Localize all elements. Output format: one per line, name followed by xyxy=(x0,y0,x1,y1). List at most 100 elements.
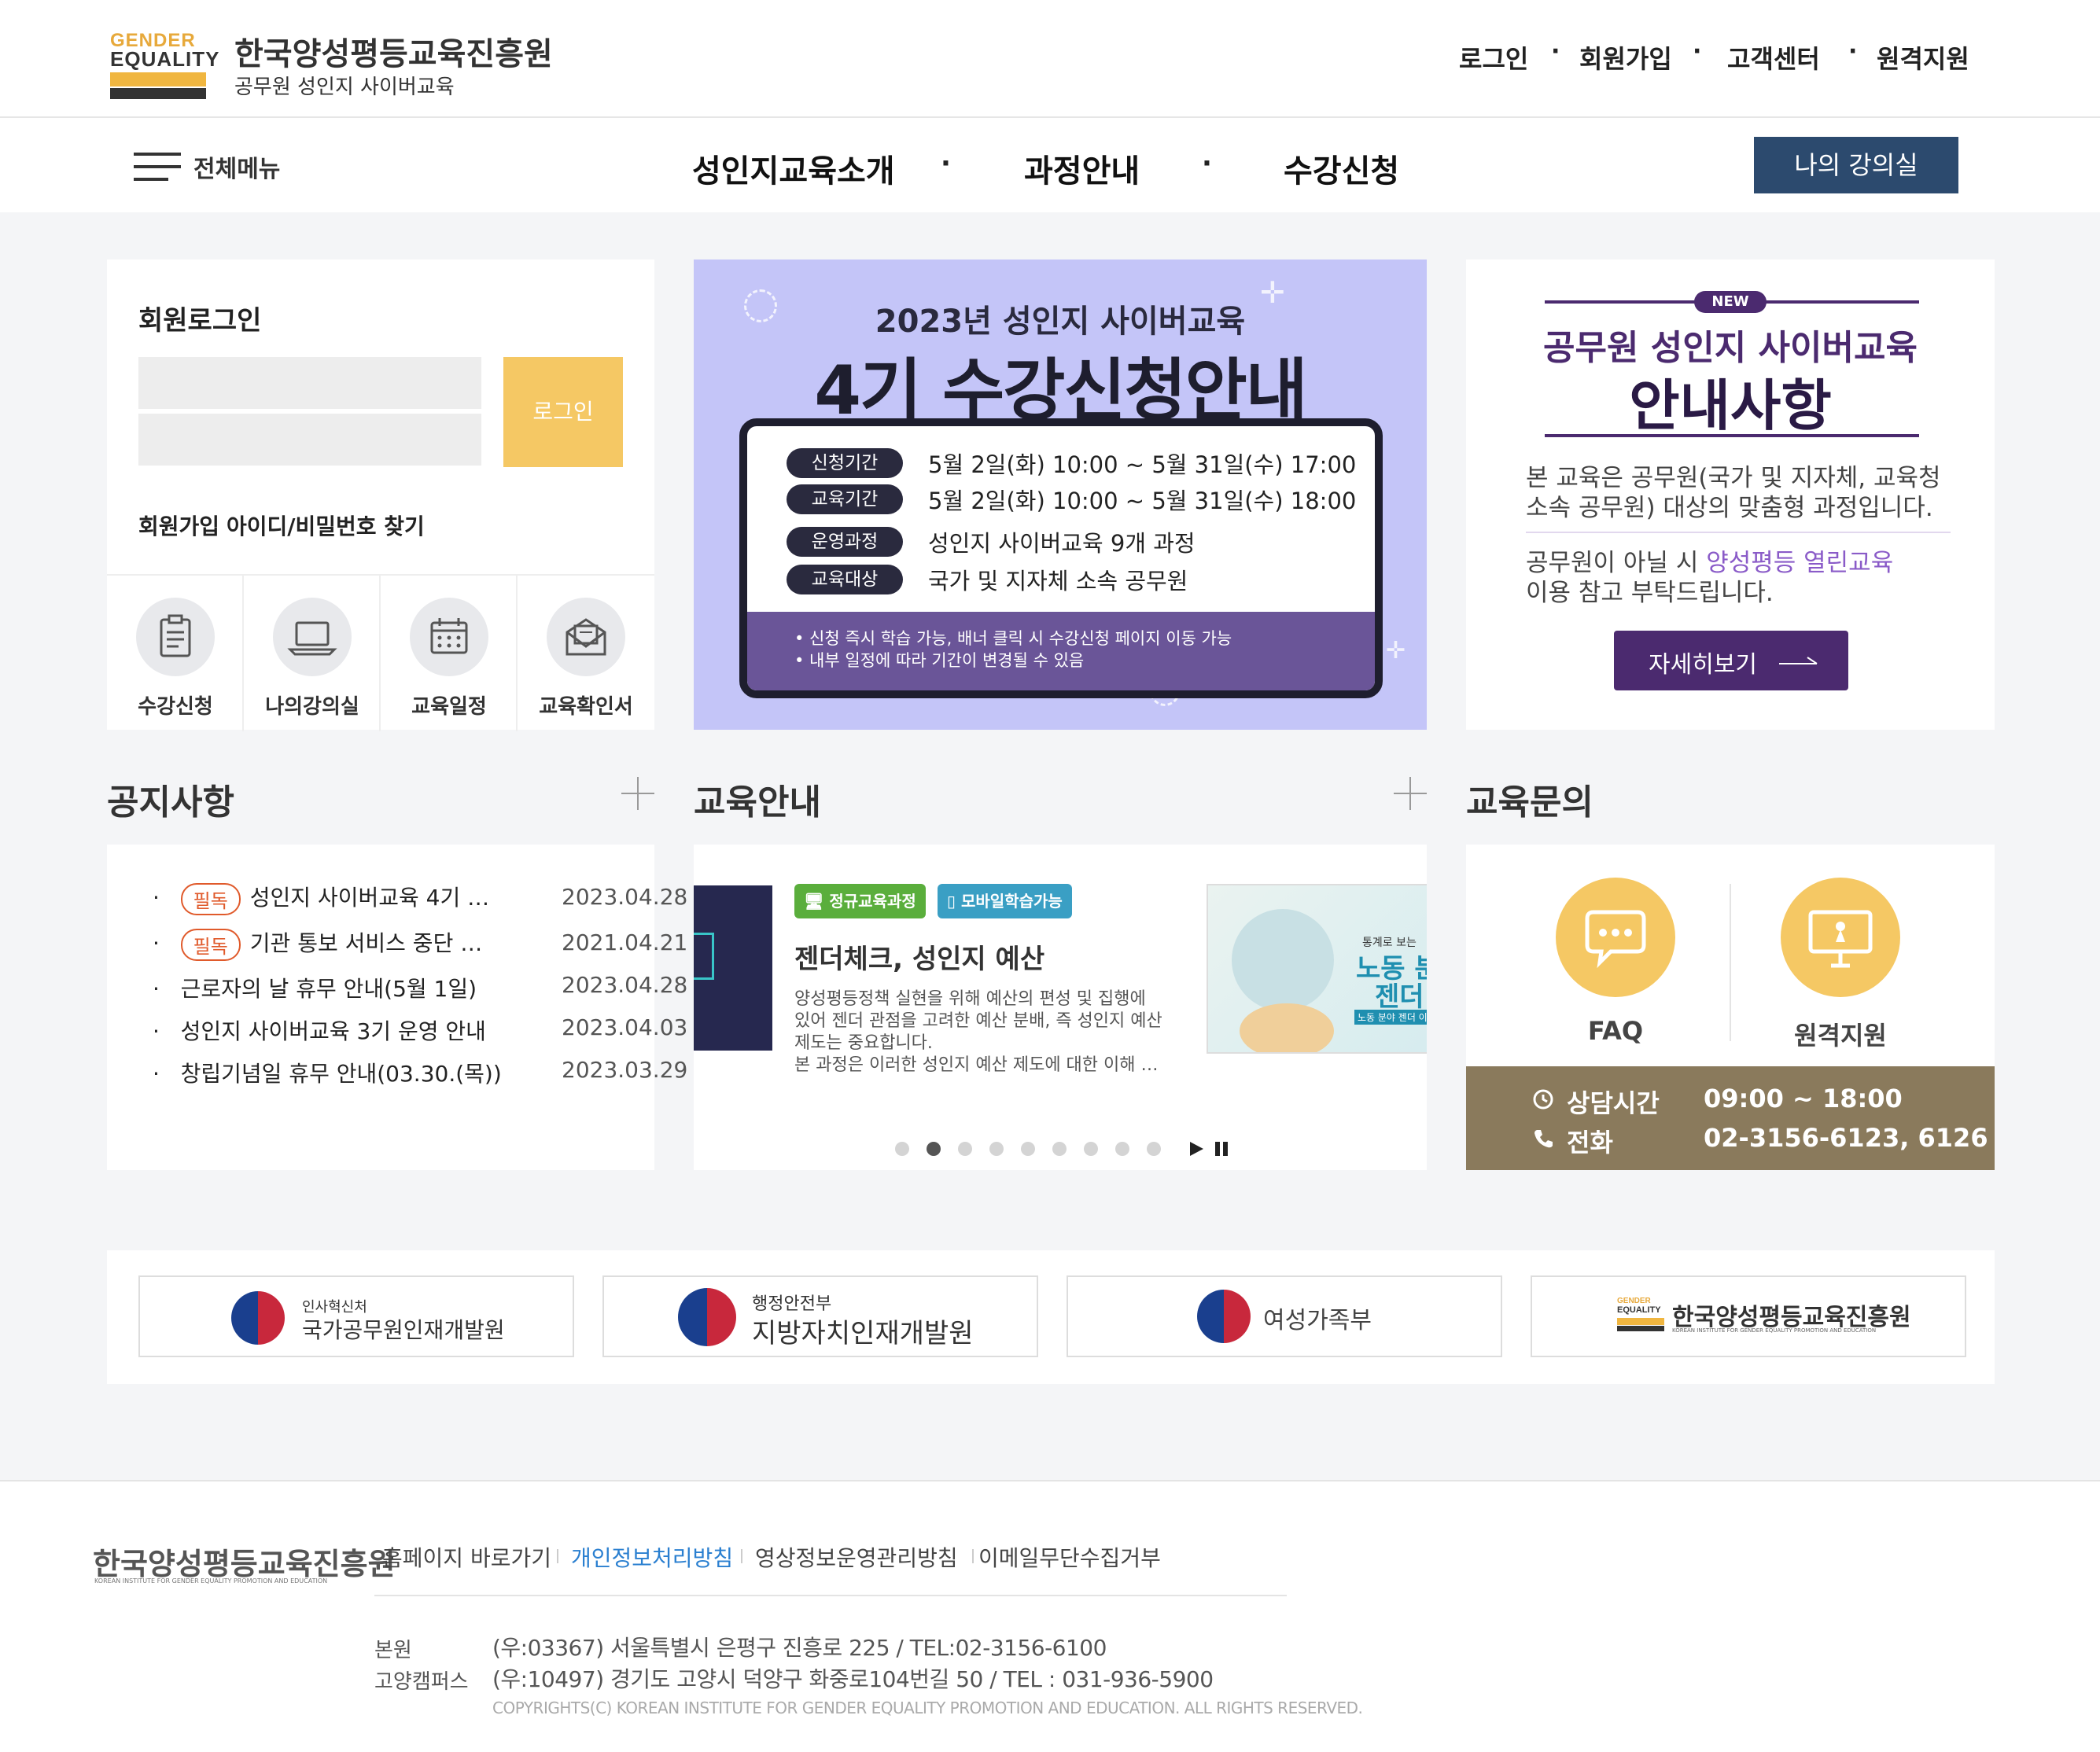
notice-date: 2023.04.28 xyxy=(562,884,688,910)
address-value: (우:03367) 서울특별시 은평구 진흥로 225 / TEL:02-315… xyxy=(492,1635,1107,1661)
partner-link[interactable]: 여성가족부 xyxy=(1067,1275,1502,1357)
page-dot-active[interactable] xyxy=(927,1142,941,1156)
arrow-right-icon xyxy=(1779,654,1818,667)
guide-panel: NEW 공무원 성인지 사이버교육 안내사항 본 교육은 공무원(국가 및 지자… xyxy=(1466,259,1995,730)
pause-icon[interactable] xyxy=(1213,1140,1230,1158)
all-menu-button[interactable]: 전체메뉴 xyxy=(132,148,289,184)
guide-bottom-line xyxy=(1545,434,1919,437)
nav-item-apply[interactable]: 수강신청 xyxy=(1284,145,1399,191)
nav-item-courses[interactable]: 과정안내 xyxy=(1024,145,1140,191)
notice-text: 성인지 사이버교육 4기 … xyxy=(249,885,490,911)
page-dot[interactable] xyxy=(1115,1142,1129,1156)
notice-item[interactable]: · 창립기념일 휴무 안내(03.30.(목)) 2023.03.29 xyxy=(153,1057,687,1091)
banner-row-value: 성인지 사이버교육 9개 과정 xyxy=(928,530,1196,557)
enrollment-banner[interactable]: ✛ ✛ 2023년 성인지 사이버교육 4기 수강신청안내 신청기간 5월 2일… xyxy=(694,259,1427,730)
notice-text: 성인지 사이버교육 3기 운영 안내 xyxy=(180,1018,486,1044)
phone-label: 전화 xyxy=(1567,1128,1613,1158)
id-input[interactable] xyxy=(138,357,481,409)
util-separator: · xyxy=(1848,38,1858,65)
login-button[interactable]: 로그인 xyxy=(503,357,623,467)
quick-my-class-label: 나의강의실 xyxy=(265,695,359,719)
top-header: GENDER EQUALITY 한국양성평등교육진흥원 공무원 성인지 사이버교… xyxy=(0,0,2100,118)
notice-item[interactable]: · 필독 성인지 사이버교육 4기 … 2023.04.28 xyxy=(153,881,687,915)
password-input[interactable] xyxy=(138,414,481,466)
homepage-link[interactable]: 홈페이지 바로가기 xyxy=(382,1541,551,1573)
remote-support-link[interactable]: 원격지원 xyxy=(1877,39,1969,75)
quick-apply[interactable]: 수강신청 xyxy=(107,576,244,731)
find-account-link[interactable]: 아이디/비밀번호 찾기 xyxy=(227,510,425,541)
address-label: 본원 xyxy=(374,1639,412,1662)
mini-logo-bar xyxy=(1617,1326,1664,1331)
partner-link[interactable]: 행정안전부 지방자치인재개발원 xyxy=(602,1275,1038,1357)
contact-info: 상담시간 09:00 ~ 18:00 전화 02-3156-6123, 6126 xyxy=(1466,1066,1995,1170)
partner-link[interactable]: GENDER EQUALITY 한국양성평등교육진흥원 KOREAN INSTI… xyxy=(1531,1275,1966,1357)
banner-notes: • 신청 즉시 학습 가능, 배너 클릭 시 수강신청 페이지 이동 가능 • … xyxy=(747,612,1375,690)
pagination xyxy=(694,845,1427,1170)
edu-carousel: 🖥 정규교육과정 ▯ 모바일학습가능 젠더체크, 성인지 예산 양성평등정책 실… xyxy=(694,845,1427,1170)
clock-icon xyxy=(1532,1088,1554,1110)
banner-row: 운영과정 성인지 사이버교육 9개 과정 xyxy=(787,525,1353,560)
my-class-button[interactable]: 나의 강의실 xyxy=(1754,137,1958,193)
login-link[interactable]: 로그인 xyxy=(1459,39,1528,75)
footer-logo-sub: KOREAN INSTITUTE FOR GENDER EQUALITY PRO… xyxy=(94,1577,328,1585)
link-separator xyxy=(557,1549,558,1563)
page-dot[interactable] xyxy=(1084,1142,1098,1156)
laptop-icon xyxy=(273,598,352,676)
play-icon[interactable] xyxy=(1188,1140,1205,1158)
join-link[interactable]: 회원가입 xyxy=(138,510,219,541)
join-link[interactable]: 회원가입 xyxy=(1579,39,1672,75)
hours-value: 09:00 ~ 18:00 xyxy=(1704,1084,1903,1113)
nav-separator: · xyxy=(1202,148,1212,179)
quick-menu: 수강신청 나의강의실 교육일정 교육확인서 xyxy=(107,574,654,731)
notice-item[interactable]: · 성인지 사이버교육 3기 운영 안내 2023.04.03 xyxy=(153,1014,687,1049)
quick-certificate[interactable]: 교육확인서 xyxy=(518,576,654,731)
remote-support-label: 원격지원 xyxy=(1794,1021,1887,1051)
remote-support-button[interactable]: 원격지원 xyxy=(1781,878,1922,1066)
guide-divider xyxy=(1526,532,1951,533)
link-separator xyxy=(741,1549,742,1563)
detail-button[interactable]: 자세히보기 xyxy=(1614,631,1848,690)
cctv-policy-link[interactable]: 영상정보운영관리방침 xyxy=(755,1541,958,1573)
address-value: (우:10497) 경기도 고양시 덕양구 화중로104번길 50 / TEL … xyxy=(492,1666,1214,1692)
faq-button[interactable]: FAQ xyxy=(1553,878,1694,1066)
notice-item[interactable]: · 필독 기관 통보 서비스 중단 … 2021.04.21 xyxy=(153,926,687,961)
notice-more-icon[interactable] xyxy=(621,777,654,810)
page-dot[interactable] xyxy=(1052,1142,1067,1156)
banner-row-value: 5월 2일(화) 10:00 ~ 5월 31일(수) 18:00 xyxy=(928,488,1357,514)
notice-date: 2021.04.21 xyxy=(562,929,688,955)
org-name: 한국양성평등교육진흥원 xyxy=(234,36,553,72)
customer-center-link[interactable]: 고객센터 xyxy=(1727,39,1820,75)
notice-item[interactable]: · 근로자의 날 휴무 안내(5월 1일) 2023.04.28 xyxy=(153,972,687,1007)
login-title: 회원로그인 xyxy=(138,305,262,337)
nav-separator: · xyxy=(941,148,951,179)
monitor-icon xyxy=(1781,878,1900,997)
footer: 한국양성평등교육진흥원 KOREAN INSTITUTE FOR GENDER … xyxy=(0,1480,2100,1752)
partner-big: 지방자치인재개발원 xyxy=(752,1318,974,1349)
notice-title: 공지사항 xyxy=(107,782,234,823)
page-dot[interactable] xyxy=(989,1142,1004,1156)
page-dot[interactable] xyxy=(1147,1142,1161,1156)
page-dot[interactable] xyxy=(958,1142,972,1156)
page-dot[interactable] xyxy=(1021,1142,1035,1156)
quick-my-class[interactable]: 나의강의실 xyxy=(244,576,381,731)
quick-schedule[interactable]: 교육일정 xyxy=(381,576,518,731)
inquiry-panel: FAQ 원격지원 상담시간 09:00 ~ 18:00 전화 02-3156-6… xyxy=(1466,845,1995,1170)
privacy-policy-link[interactable]: 개인정보처리방침 xyxy=(571,1541,733,1573)
partner-link[interactable]: 인사혁신처 국가공무원인재개발원 xyxy=(138,1275,574,1357)
page-dot[interactable] xyxy=(895,1142,909,1156)
guide-text-2b: 이용 참고 부탁드립니다. xyxy=(1526,579,1774,607)
calendar-icon xyxy=(410,598,488,676)
mini-logo-bar xyxy=(1617,1318,1664,1325)
nav-item-intro[interactable]: 성인지교육소개 xyxy=(692,145,895,191)
site-logo[interactable]: GENDER EQUALITY 한국양성평등교육진흥원 공무원 성인지 사이버교… xyxy=(109,28,553,104)
notice-text: 근로자의 날 휴무 안내(5월 1일) xyxy=(180,976,477,1002)
hamburger-icon xyxy=(134,151,181,182)
banner-row-label: 운영과정 xyxy=(787,527,903,557)
chat-bubble-icon xyxy=(1556,878,1675,997)
edu-more-icon[interactable] xyxy=(1394,777,1427,810)
mini-logo-word: GENDER xyxy=(1617,1297,1651,1305)
quick-apply-label: 수강신청 xyxy=(138,695,213,719)
email-refusal-link[interactable]: 이메일무단수집거부 xyxy=(978,1541,1161,1573)
main-content: 회원로그인 로그인 회원가입 아이디/비밀번호 찾기 수강신청 나의강의실 교육… xyxy=(0,212,2100,1480)
all-menu-label: 전체메뉴 xyxy=(193,156,281,183)
